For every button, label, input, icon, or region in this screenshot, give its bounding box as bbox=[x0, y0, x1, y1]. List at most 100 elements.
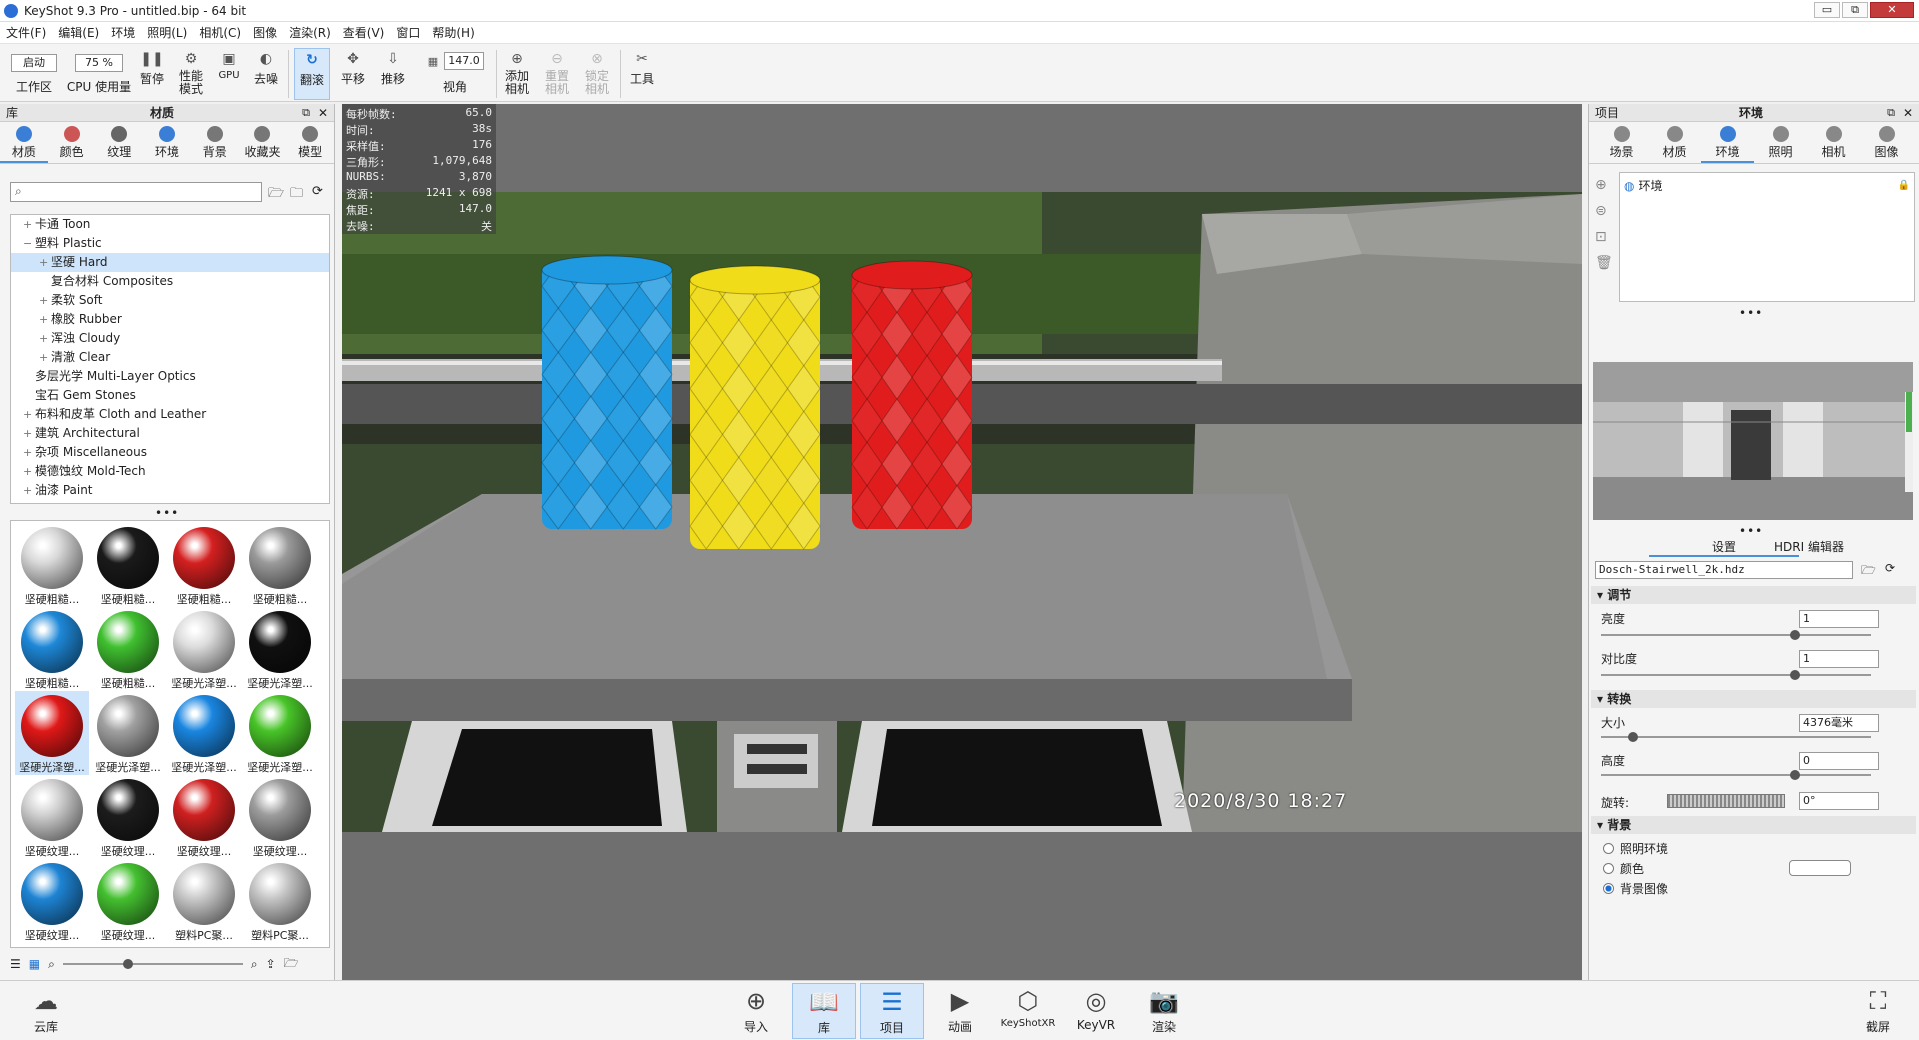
tree-toggle-icon[interactable]: + bbox=[39, 329, 51, 348]
tree-toggle-icon[interactable]: + bbox=[23, 424, 35, 443]
tree-toggle-icon[interactable]: − bbox=[23, 234, 35, 253]
tree-toggle-icon[interactable]: + bbox=[39, 348, 51, 367]
project-tab-5[interactable]: 图像 bbox=[1860, 122, 1913, 163]
material-thumbnail[interactable]: 坚硬光泽塑... bbox=[91, 691, 165, 775]
minimize-button[interactable]: ▭ bbox=[1814, 2, 1840, 18]
material-thumbnail[interactable]: 坚硬纹理... bbox=[15, 775, 89, 859]
bottom-import-button[interactable]: ⊕ 导入 bbox=[724, 983, 788, 1039]
hdr-file-input[interactable]: Dosch-Stairwell_2k.hdz bbox=[1595, 561, 1853, 579]
zoom-in-icon[interactable]: ⌕ bbox=[251, 957, 258, 972]
radio-button[interactable] bbox=[1603, 882, 1614, 894]
splitter-handle[interactable]: ••• bbox=[1739, 306, 1763, 320]
brightness-input[interactable]: 1 bbox=[1799, 610, 1879, 628]
background-option[interactable]: 背景图像 bbox=[1603, 878, 1803, 898]
material-thumbnail[interactable]: 坚硬光泽塑... bbox=[167, 691, 241, 775]
material-thumbnail[interactable]: 塑料PC聚... bbox=[167, 859, 241, 943]
field-of-view-input[interactable]: 147.0 bbox=[444, 52, 484, 70]
bottom-library-button[interactable]: 📖 库 bbox=[792, 983, 856, 1039]
tree-node[interactable]: + 油漆 Paint bbox=[11, 481, 329, 500]
upload-icon[interactable]: ⇪ bbox=[266, 957, 276, 971]
library-search-input[interactable]: ⌕ bbox=[10, 182, 262, 202]
lock-camera-button[interactable]: ⊗ 锁定 相机 bbox=[580, 48, 614, 100]
tree-toggle-icon[interactable]: + bbox=[23, 405, 35, 424]
tools-button[interactable]: ✂ 工具 bbox=[624, 48, 660, 100]
folder-open-icon[interactable]: 🗁 bbox=[284, 954, 299, 975]
tree-node[interactable]: 复合材料 Composites bbox=[11, 272, 329, 291]
dolly-button[interactable]: ⇩ 推移 bbox=[376, 48, 410, 100]
vase-2[interactable] bbox=[851, 260, 973, 530]
export-environment-icon[interactable]: ⊡ bbox=[1595, 224, 1615, 250]
library-tab-6[interactable]: 模型 bbox=[286, 122, 334, 163]
tree-node[interactable]: + 布料和皮革 Cloth and Leather bbox=[11, 405, 329, 424]
zoom-out-icon[interactable]: ⌕ bbox=[48, 957, 55, 972]
duplicate-environment-icon[interactable]: ⊜ bbox=[1595, 198, 1615, 224]
material-thumbnail[interactable]: 坚硬纹理... bbox=[167, 775, 241, 859]
render-viewport[interactable]: 每秒帧数: 65.0 时间: 38s 采样值: 176 三角形: 1,079,648 NURBS… bbox=[342, 104, 1582, 980]
tree-node[interactable]: + 浑浊 Cloudy bbox=[11, 329, 329, 348]
bottom-keyvr-button[interactable]: ◎ KeyVR bbox=[1064, 983, 1128, 1039]
material-thumbnail[interactable]: 坚硬光泽塑... bbox=[243, 691, 317, 775]
material-thumbnail[interactable]: 坚硬光泽塑... bbox=[243, 607, 317, 691]
material-thumbnail[interactable]: 坚硬粗糙... bbox=[243, 523, 317, 607]
cpu-usage-select[interactable]: 75 % bbox=[75, 54, 123, 72]
slider-knob[interactable] bbox=[1790, 670, 1801, 680]
folder-icon[interactable]: 🗁 bbox=[268, 184, 284, 206]
height-slider[interactable] bbox=[1601, 770, 1871, 780]
splitter-handle[interactable]: ••• bbox=[155, 506, 179, 520]
library-tab-0[interactable]: 材质 bbox=[0, 122, 48, 163]
workspace-control[interactable]: 启动 工作区 bbox=[10, 48, 58, 100]
close-panel-icon[interactable]: ✕ bbox=[318, 104, 328, 122]
material-thumbnail[interactable]: 坚硬纹理... bbox=[91, 859, 165, 943]
environment-list-item[interactable]: ◍ 环境 🔒 bbox=[1624, 177, 1910, 194]
menu-item[interactable]: 相机(C) bbox=[193, 24, 247, 41]
size-slider[interactable] bbox=[1601, 732, 1871, 742]
tree-toggle-icon[interactable]: + bbox=[23, 462, 35, 481]
bottom-render-button[interactable]: 📷 渲染 bbox=[1132, 983, 1196, 1039]
refresh-icon[interactable]: ⟳ bbox=[312, 184, 323, 199]
library-tab-5[interactable]: 收藏夹 bbox=[239, 122, 287, 163]
material-thumbnail[interactable]: 坚硬粗糙... bbox=[167, 523, 241, 607]
menu-item[interactable]: 帮助(H) bbox=[426, 24, 480, 41]
folder-settings-icon[interactable]: 🗀 bbox=[290, 184, 303, 206]
tree-toggle-icon[interactable]: + bbox=[39, 291, 51, 310]
slider-knob[interactable] bbox=[1790, 770, 1801, 780]
menu-item[interactable]: 照明(L) bbox=[141, 24, 193, 41]
library-tab-1[interactable]: 颜色 bbox=[48, 122, 96, 163]
project-tab-1[interactable]: 材质 bbox=[1648, 122, 1701, 163]
performance-mode-button[interactable]: ⚙ 性能 模式 bbox=[174, 48, 208, 100]
folder-icon[interactable]: 🗁 bbox=[1861, 561, 1876, 582]
hdri-preview[interactable] bbox=[1593, 362, 1913, 520]
tree-toggle-icon[interactable]: + bbox=[39, 310, 51, 329]
project-tab-4[interactable]: 相机 bbox=[1807, 122, 1860, 163]
menu-item[interactable]: 编辑(E) bbox=[52, 24, 105, 41]
delete-icon[interactable]: 🗑 bbox=[1595, 250, 1615, 276]
tree-node[interactable]: 多层光学 Multi-Layer Optics bbox=[11, 367, 329, 386]
section-background[interactable]: ▾ 背景 bbox=[1591, 816, 1916, 834]
contrast-input[interactable]: 1 bbox=[1799, 650, 1879, 668]
tree-node[interactable]: + 坚硬 Hard bbox=[11, 253, 329, 272]
bottom-project-button[interactable]: ☰ 项目 bbox=[860, 983, 924, 1039]
brightness-slider[interactable] bbox=[1601, 630, 1871, 640]
radio-button[interactable] bbox=[1603, 862, 1614, 874]
cpu-usage-control[interactable]: 75 % CPU 使用量 bbox=[66, 48, 132, 100]
project-tab-0[interactable]: 场景 bbox=[1595, 122, 1648, 163]
pause-button[interactable]: ❚❚ 暂停 bbox=[136, 48, 168, 100]
tree-node[interactable]: + 橡胶 Rubber bbox=[11, 310, 329, 329]
material-thumbnail[interactable]: 坚硬粗糙... bbox=[91, 523, 165, 607]
tree-node[interactable]: + 清澈 Clear bbox=[11, 348, 329, 367]
add-camera-button[interactable]: ⊕ 添加 相机 bbox=[500, 48, 534, 100]
material-thumbnail[interactable]: 塑料PC聚... bbox=[243, 859, 317, 943]
menu-item[interactable]: 图像 bbox=[247, 24, 283, 41]
rotation-dial[interactable] bbox=[1667, 794, 1785, 808]
background-color-swatch[interactable] bbox=[1789, 860, 1851, 876]
material-thumbnail[interactable]: 坚硬粗糙... bbox=[15, 607, 89, 691]
material-thumbnail[interactable]: 坚硬光泽塑... bbox=[167, 607, 241, 691]
pan-button[interactable]: ✥ 平移 bbox=[336, 48, 370, 100]
bottom-keyshotxr-button[interactable]: ⬡ KeyShotXR bbox=[996, 983, 1060, 1039]
rotation-input[interactable]: 0° bbox=[1799, 792, 1879, 810]
background-option[interactable]: 照明环境 bbox=[1603, 838, 1803, 858]
tree-toggle-icon[interactable]: + bbox=[23, 443, 35, 462]
tree-toggle-icon[interactable]: + bbox=[23, 215, 35, 234]
menu-item[interactable]: 文件(F) bbox=[0, 24, 52, 41]
denoise-button[interactable]: ◐ 去噪 bbox=[250, 48, 282, 100]
